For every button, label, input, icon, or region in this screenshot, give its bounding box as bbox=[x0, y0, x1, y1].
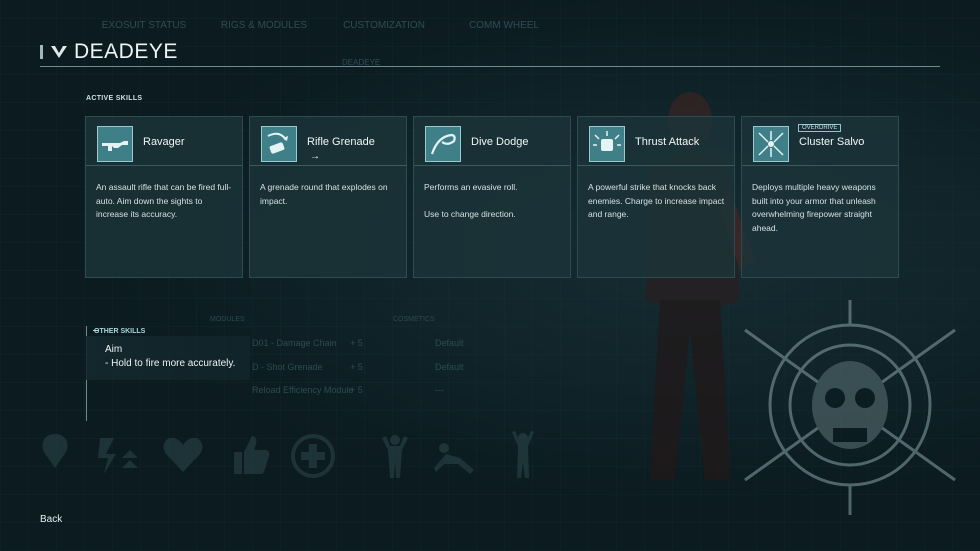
dodge-icon bbox=[425, 126, 461, 162]
module-level: + 5 bbox=[350, 362, 363, 372]
module-level: + 5 bbox=[350, 385, 363, 395]
medic-plus-icon bbox=[291, 434, 335, 478]
thrust-fist-icon bbox=[589, 126, 625, 162]
lounge-emote-icon bbox=[434, 443, 474, 474]
tab-exosuit-status[interactable]: EXOSUIT STATUS bbox=[84, 20, 204, 31]
back-button[interactable]: Back bbox=[40, 514, 62, 525]
module-item: D01 - Damage Chain bbox=[252, 338, 337, 348]
flex-emote-icon bbox=[382, 435, 408, 478]
cosmetic-item: Default bbox=[435, 362, 464, 372]
cluster-salvo-icon bbox=[753, 126, 789, 162]
tab-customization[interactable]: CUSTOMIZATION bbox=[324, 20, 444, 31]
skill-card-thrust-attack[interactable]: Thrust Attack A powerful strike that kno… bbox=[577, 116, 735, 278]
active-skills-list: Ravager An assault rifle that can be fir… bbox=[85, 116, 899, 278]
skill-name: Ravager bbox=[143, 136, 185, 148]
active-skills-label: ACTIVE SKILLS bbox=[86, 95, 143, 102]
title-marker bbox=[40, 45, 43, 59]
cosmetic-item: Default bbox=[435, 338, 464, 348]
skill-card-header: Ravager bbox=[86, 117, 242, 166]
tab-comm-wheel[interactable]: COMM WHEEL bbox=[444, 20, 564, 31]
skill-description: Deploys multiple heavy weapons built int… bbox=[752, 182, 876, 233]
skill-name: Cluster Salvo bbox=[799, 136, 865, 148]
skill-card-ravager[interactable]: Ravager An assault rifle that can be fir… bbox=[85, 116, 243, 278]
module-level: + 5 bbox=[350, 338, 363, 348]
skill-card-dive-dodge[interactable]: Dive Dodge Performs an evasive roll. Use… bbox=[413, 116, 571, 278]
cheer-emote-icon bbox=[512, 431, 534, 478]
cosmetics-label: COSMETICS bbox=[393, 316, 435, 323]
tab-rigs-modules[interactable]: RIGS & MODULES bbox=[204, 20, 324, 31]
module-item: Reload Efficiency Module bbox=[252, 385, 354, 395]
skill-card-header: Rifle Grenade → bbox=[250, 117, 406, 166]
page-title: DEADEYE bbox=[74, 40, 178, 63]
skill-input-arrow: → bbox=[310, 151, 320, 162]
grenade-icon bbox=[261, 126, 297, 162]
skill-description: A powerful strike that knocks back enemi… bbox=[588, 182, 725, 219]
skill-card-header: Thrust Attack bbox=[578, 117, 734, 166]
skill-name: Rifle Grenade bbox=[307, 136, 375, 148]
skill-name: Dive Dodge bbox=[471, 136, 529, 148]
other-skills-label: OTHER SKILLS bbox=[94, 328, 146, 335]
heart-icon bbox=[163, 437, 203, 472]
breadcrumb: DEADEYE bbox=[342, 58, 381, 67]
cosmetic-item: --- bbox=[435, 385, 444, 395]
module-item: D - Shot Grenade bbox=[252, 362, 323, 372]
rank-up-icon bbox=[98, 438, 138, 474]
overdrive-badge: OVERDRIVE bbox=[798, 124, 842, 132]
title-bar: DEADEYE bbox=[40, 38, 940, 67]
location-pin-icon bbox=[42, 434, 68, 468]
skill-name: Thrust Attack bbox=[635, 136, 700, 148]
skill-card-header: Dive Dodge bbox=[414, 117, 570, 166]
rifle-icon bbox=[97, 126, 133, 162]
skill-description: Performs an evasive roll. Use to change … bbox=[424, 182, 518, 219]
other-skill-description: - Hold to fire more accurately. bbox=[105, 358, 236, 369]
skill-card-cluster-salvo[interactable]: OVERDRIVE Cluster Salvo Deploys multiple… bbox=[741, 116, 899, 278]
skill-description: A grenade round that explodes on impact. bbox=[260, 182, 388, 206]
skill-card-header: OVERDRIVE Cluster Salvo bbox=[742, 117, 898, 166]
deadeye-class-icon bbox=[51, 46, 67, 58]
skill-description: An assault rifle that can be fired full-… bbox=[96, 182, 232, 219]
skull-emblem bbox=[744, 300, 956, 515]
modules-label: MODULES bbox=[210, 316, 245, 323]
thumbs-up-icon bbox=[234, 436, 270, 474]
top-tabs: EXOSUIT STATUS RIGS & MODULES CUSTOMIZAT… bbox=[84, 20, 564, 31]
skill-card-rifle-grenade[interactable]: Rifle Grenade → A grenade round that exp… bbox=[249, 116, 407, 278]
other-skill-name: Aim bbox=[105, 344, 123, 355]
